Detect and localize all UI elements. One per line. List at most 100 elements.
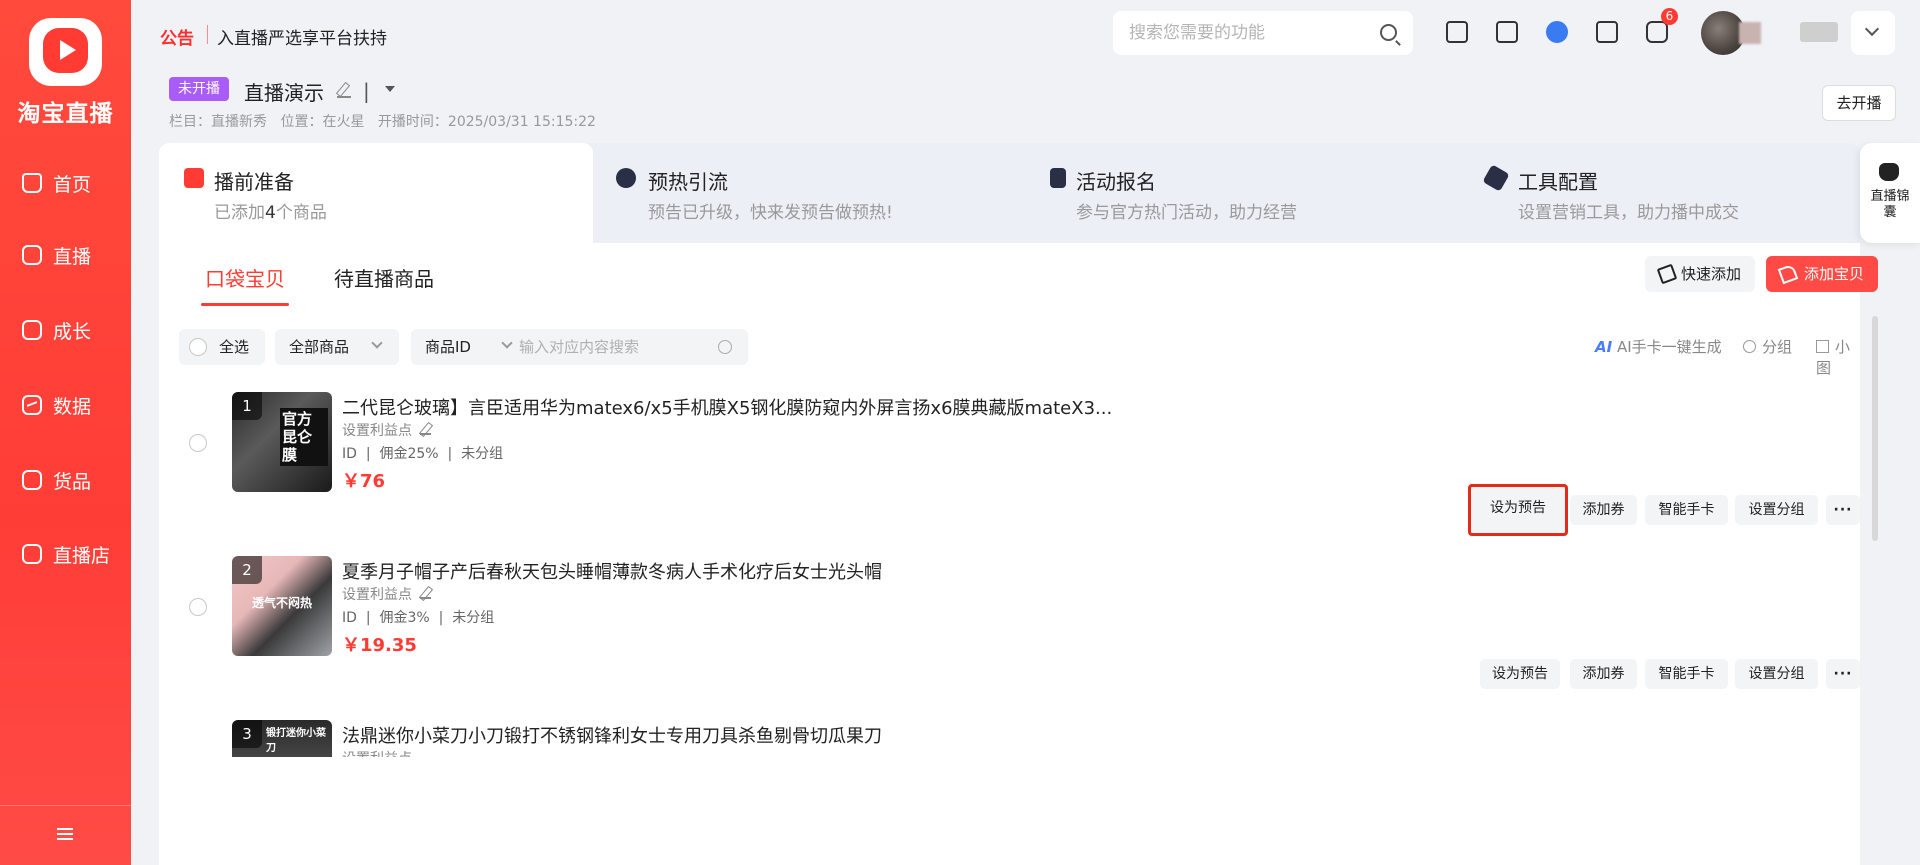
product-search-input[interactable] — [519, 329, 699, 365]
active-tab-indicator — [201, 303, 289, 306]
step-tab-activity[interactable]: 活动报名 参与官方热门活动，助力经营 — [1027, 143, 1461, 243]
quick-add-button[interactable]: 快速添加 — [1645, 256, 1755, 292]
tab-pocket-items[interactable]: 口袋宝贝 — [205, 263, 285, 292]
set-preview-button[interactable]: 设为预告 — [1480, 659, 1560, 689]
step-subtitle: 已添加4个商品 — [214, 198, 327, 223]
scrollbar[interactable] — [1872, 316, 1878, 541]
edit-note-icon[interactable] — [1596, 21, 1618, 43]
smart-card-button[interactable]: 智能手卡 — [1645, 659, 1728, 689]
product-id-label: ID — [342, 446, 357, 462]
sidebar-item-goods[interactable]: 货品 — [22, 465, 91, 495]
message-icon[interactable] — [1496, 21, 1518, 43]
caret-down-icon[interactable] — [385, 86, 395, 92]
product-index: 3 — [232, 720, 262, 748]
add-coupon-button[interactable]: 添加券 — [1570, 659, 1637, 689]
step-subtitle-text: 个商品 — [275, 203, 327, 223]
go-live-button[interactable]: 去开播 — [1822, 85, 1896, 121]
more-options-button[interactable]: ··· — [1826, 495, 1860, 525]
product-index: 1 — [232, 392, 262, 420]
product-meta: ID | 佣金3% | 未分组 — [342, 610, 495, 626]
category-select[interactable]: 全部商品 — [275, 329, 399, 365]
search-icon[interactable] — [1380, 24, 1397, 41]
step-tab-tools[interactable]: 工具配置 设置营销工具，助力播中成交 — [1461, 143, 1860, 243]
search-icon[interactable] — [718, 340, 732, 354]
chevron-down-icon — [1864, 21, 1880, 37]
live-meta: 栏目：直播新秀 位置：在火星 开播时间：2025/03/31 15:15:22 — [169, 111, 605, 131]
product-checkbox[interactable] — [189, 598, 207, 616]
main-panel: 口袋宝贝 待直播商品 快速添加 添加宝贝 全选 全部商品 商品ID AI AI手… — [159, 243, 1878, 865]
sidebar-item-growth[interactable]: 成长 — [22, 315, 91, 345]
ai-icon: AI — [1595, 338, 1613, 356]
step-tabs: 播前准备 已添加4个商品 预热引流 预告已升级，快来发预告做预热! 活动报名 参… — [159, 143, 1860, 243]
step-tab-warmup[interactable]: 预热引流 预告已升级，快来发预告做预热! — [593, 143, 1027, 243]
taobao-live-logo-icon[interactable] — [29, 18, 102, 86]
edit-title-icon[interactable] — [337, 84, 351, 98]
tab-pending-items[interactable]: 待直播商品 — [334, 263, 434, 292]
clipboard-icon[interactable] — [1446, 21, 1468, 43]
group-button[interactable]: 分组 — [1743, 336, 1792, 357]
function-search-input[interactable] — [1129, 11, 1369, 55]
sidebar-item-data[interactable]: 数据 — [22, 390, 91, 420]
sidebar-item-label: 货品 — [53, 470, 92, 493]
set-benefit-link[interactable]: 设置利益点 — [342, 748, 412, 757]
goods-icon — [22, 470, 42, 490]
benefit-label: 设置利益点 — [342, 423, 412, 439]
product-title[interactable]: 法鼎迷你小菜刀小刀锻打不锈钢锋利女士专用刀具杀鱼剔骨切瓜果刀 — [342, 722, 882, 748]
set-benefit-link[interactable]: 设置利益点 — [342, 420, 432, 440]
group-label: 分组 — [1762, 338, 1793, 356]
live-tips-floating-button[interactable]: 直播锦囊 — [1860, 143, 1920, 243]
ai-card-generate[interactable]: AI AI手卡一键生成 — [1595, 336, 1722, 357]
product-title[interactable]: 二代昆仑玻璃】言臣适用华为matex6/x5手机膜X5钢化膜防窥内外屏言扬x6膜… — [342, 394, 1112, 420]
chat-icon[interactable] — [1646, 21, 1668, 43]
commission: 佣金3% — [379, 610, 430, 626]
product-checkbox[interactable] — [189, 434, 207, 452]
product-price: ￥19.35 — [342, 635, 417, 656]
chevron-down-icon — [501, 337, 513, 349]
sidebar-divider — [0, 805, 131, 806]
send-icon — [1777, 263, 1799, 285]
edit-icon — [420, 588, 432, 599]
product-thumbnail[interactable]: 锻打迷你小菜刀 3 — [232, 720, 332, 757]
step-subtitle: 参与官方热门活动，助力经营 — [1076, 203, 1297, 223]
small-view-button[interactable]: 小图 — [1816, 336, 1860, 378]
quick-add-label: 快速添加 — [1681, 265, 1742, 283]
customer-service-icon[interactable] — [1546, 21, 1568, 43]
account-blurred — [1800, 22, 1838, 42]
collapse-menu-icon[interactable] — [57, 828, 73, 842]
step-tab-prepare[interactable]: 播前准备 已添加4个商品 — [159, 143, 593, 243]
step-title: 工具配置 — [1518, 170, 1598, 194]
set-group-button[interactable]: 设置分组 — [1735, 495, 1818, 525]
set-benefit-link[interactable]: 设置利益点 — [342, 584, 432, 604]
select-all-checkbox[interactable]: 全选 — [179, 329, 265, 365]
add-coupon-button[interactable]: 添加券 — [1570, 495, 1637, 525]
live-location: 位置：在火星 — [280, 114, 365, 130]
live-start-time: 开播时间：2025/03/31 15:15:22 — [377, 114, 596, 130]
add-item-label: 添加宝贝 — [1804, 265, 1865, 283]
chevron-down-icon — [371, 337, 383, 349]
product-thumbnail[interactable]: 透气不闷热 2 — [232, 556, 332, 656]
growth-icon — [22, 320, 42, 340]
product-id-label: ID — [342, 610, 357, 626]
bookmark-icon — [1050, 168, 1066, 188]
search-field-select[interactable]: 商品ID — [425, 329, 471, 365]
smart-card-button[interactable]: 智能手卡 — [1645, 495, 1728, 525]
sidebar-item-live[interactable]: 直播 — [22, 240, 91, 270]
set-preview-button[interactable]: 设为预告 — [1468, 484, 1568, 536]
sidebar-item-label: 数据 — [53, 395, 92, 418]
notification-badge: 6 — [1661, 8, 1678, 25]
product-index: 2 — [232, 556, 262, 584]
account-dropdown-button[interactable] — [1851, 11, 1895, 55]
notice-text[interactable]: 入直播严选享平台扶持 — [217, 24, 387, 49]
product-thumbnail[interactable]: 官方昆仑膜 1 — [232, 392, 332, 492]
bag-icon — [184, 168, 204, 188]
add-item-button[interactable]: 添加宝贝 — [1766, 256, 1878, 292]
sidebar-item-shop[interactable]: 直播店 — [22, 539, 110, 569]
set-group-button[interactable]: 设置分组 — [1735, 659, 1818, 689]
logo-text: 淘宝直播 — [17, 101, 114, 127]
product-meta: ID | 佣金25% | 未分组 — [342, 446, 504, 462]
function-search-box — [1113, 11, 1413, 55]
checkbox — [189, 338, 207, 356]
product-title[interactable]: 夏季月子帽子产后春秋天包头睡帽薄款冬病人手术化疗后女士光头帽 — [342, 558, 882, 584]
sidebar-item-home[interactable]: 首页 — [22, 168, 91, 198]
more-options-button[interactable]: ··· — [1826, 659, 1860, 689]
